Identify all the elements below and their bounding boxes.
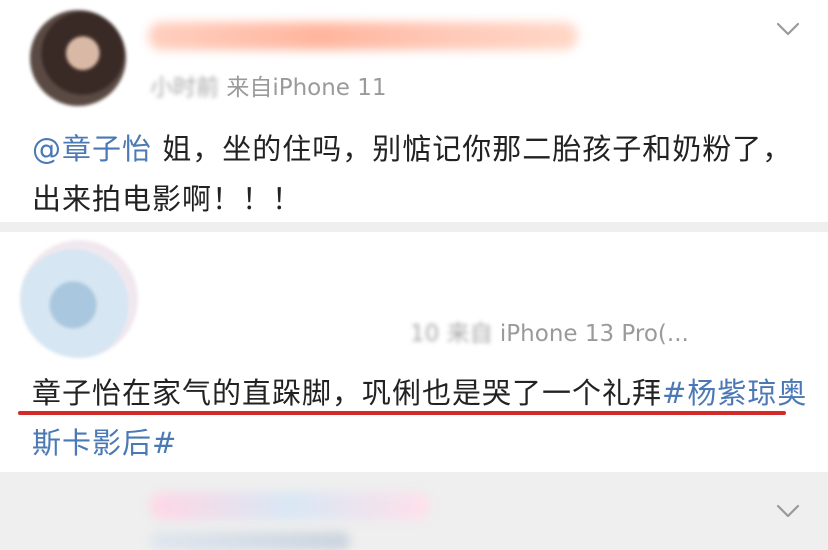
chevron-down-icon[interactable] — [775, 16, 801, 42]
comment-card: 小时前 来自iPhone 11 @章子怡 姐，坐的住吗，别惦记你那二胎孩子和奶粉… — [0, 0, 828, 222]
avatar[interactable] — [30, 10, 126, 106]
source-device: 来自iPhone 11 — [226, 75, 387, 101]
red-underline-annotation — [18, 411, 786, 415]
username-blurred[interactable] — [148, 22, 578, 50]
comment-text: @章子怡 姐，坐的住吗，别惦记你那二胎孩子和奶粉了，出来拍电影啊！！！ — [32, 124, 812, 224]
source-prefix: 来自 — [446, 321, 493, 347]
timestamp: 10 — [410, 321, 440, 347]
comment-meta: 10 来自 iPhone 13 Pro(... — [410, 314, 689, 348]
username-blurred[interactable] — [150, 492, 430, 520]
comment-body: 章子怡在家气的直跺脚，巩俐也是哭了一个礼拜 — [32, 376, 663, 410]
avatar[interactable] — [20, 240, 138, 358]
chevron-down-icon[interactable] — [775, 498, 801, 524]
source-device: iPhone 13 Pro(... — [499, 321, 689, 347]
comment-text: 章子怡在家气的直跺脚，巩俐也是哭了一个礼拜#杨紫琼奥斯卡影后# — [32, 368, 812, 468]
comment-meta: 小时前 来自iPhone 11 — [150, 68, 387, 102]
badge-blurred — [150, 532, 350, 550]
timestamp: 小时前 — [150, 75, 219, 101]
mention-link[interactable]: @章子怡 — [32, 132, 152, 166]
